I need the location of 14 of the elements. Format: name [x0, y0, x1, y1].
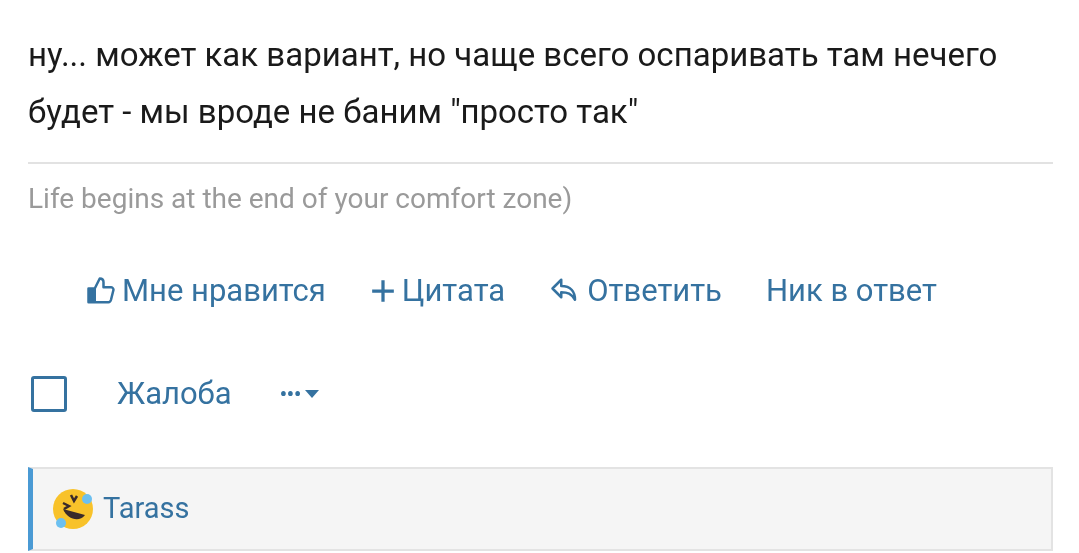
quote-link[interactable]: Цитата: [369, 268, 506, 315]
like-link[interactable]: Мне нравится: [86, 268, 326, 315]
post-text: ну... может как вариант, но чаще всего оспаривать там нечего будет - мы вроде не баним "просто так": [28, 34, 999, 133]
more-menu-button[interactable]: •••: [279, 378, 320, 409]
report-link[interactable]: Жалоба: [117, 370, 232, 417]
signature-text: Life begins at the end of your comfort zone): [28, 182, 573, 215]
mention-link[interactable]: Ник в ответ: [765, 268, 937, 315]
plus-icon: [369, 278, 396, 305]
reaction-user-link[interactable]: Tarass: [103, 487, 190, 531]
reply-link[interactable]: Ответить: [549, 268, 722, 315]
thumbs-up-icon: [86, 276, 116, 307]
laughing-emoji-icon: [51, 487, 95, 531]
select-checkbox[interactable]: [31, 375, 67, 412]
caret-icon: [305, 388, 320, 399]
